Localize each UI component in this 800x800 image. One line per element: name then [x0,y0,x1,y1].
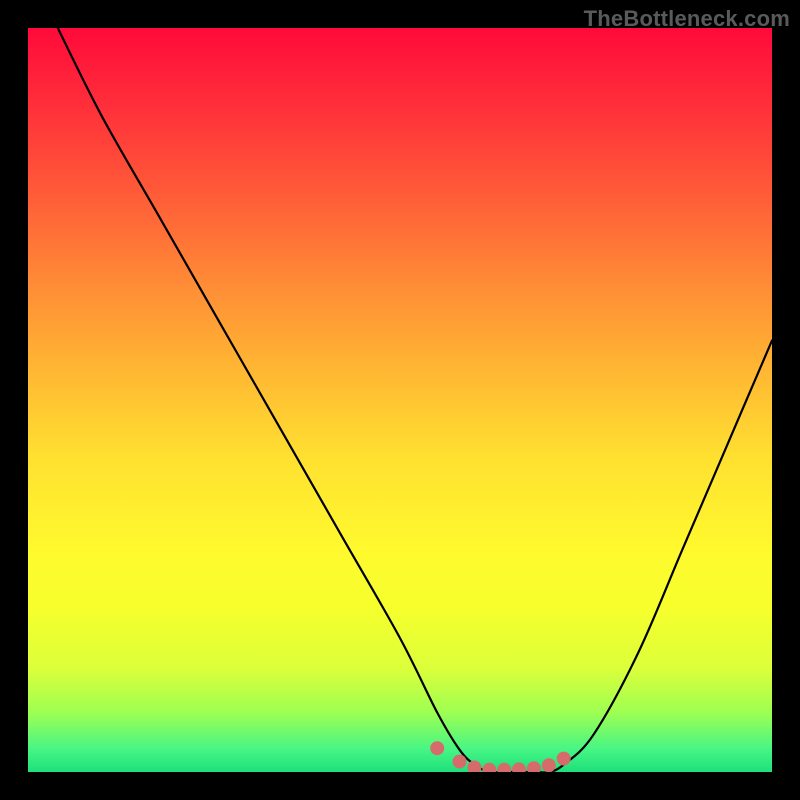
valley-dot [512,762,526,772]
valley-dot [430,741,444,755]
bottleneck-curve [58,28,772,772]
valley-dot [467,761,481,773]
curve-layer [28,28,772,772]
watermark-text: TheBottleneck.com [584,6,790,32]
valley-dot [497,763,511,772]
valley-dot [542,758,556,772]
valley-dot [482,763,496,772]
valley-dot [527,761,541,772]
valley-dot [557,752,571,766]
chart-frame: TheBottleneck.com [0,0,800,800]
valley-markers [430,741,571,772]
valley-dot [453,755,467,769]
plot-area [28,28,772,772]
